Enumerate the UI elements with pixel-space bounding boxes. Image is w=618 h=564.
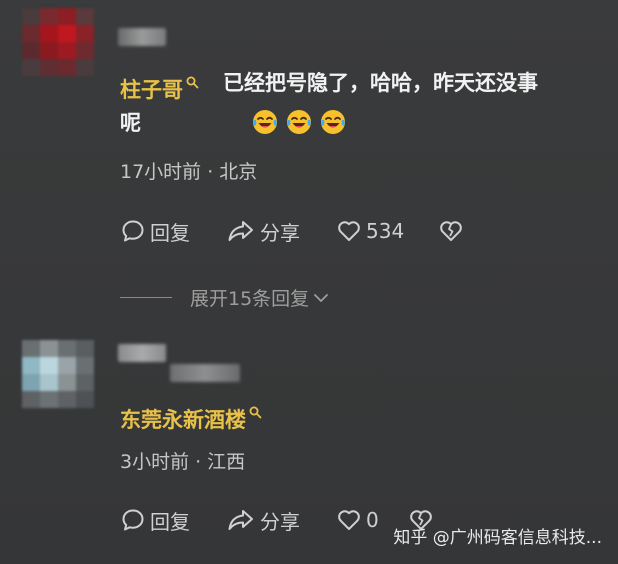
like-button[interactable]: 0 (336, 505, 379, 535)
avatar[interactable] (22, 340, 96, 408)
reply-button[interactable]: 回复 (120, 505, 190, 535)
broken-heart-icon (438, 218, 464, 244)
comment-username[interactable]: 东莞永新酒楼 (120, 400, 262, 434)
meta-dot: · (195, 451, 202, 473)
expand-replies-button[interactable]: 展开15条回复 (120, 284, 329, 311)
comment-actions: 回复 分享 534 (120, 216, 480, 246)
divider (120, 297, 172, 298)
like-button[interactable]: 534 (336, 216, 404, 246)
search-icon (249, 400, 262, 424)
share-label: 分享 (260, 220, 300, 245)
comment-list: 柱子哥 已经把号隐了，哈哈，昨天还没事 呢 17小时前 · 北京 回复 分享 534 (0, 0, 618, 564)
share-button[interactable]: 分享 (226, 505, 300, 535)
avatar[interactable] (22, 8, 96, 76)
comment-time: 3小时前 (120, 451, 190, 473)
blurred-nickname (118, 344, 166, 362)
reply-button[interactable]: 回复 (120, 216, 190, 246)
share-arrow-icon (226, 507, 256, 533)
blurred-nickname (170, 364, 240, 382)
comment-location: 江西 (207, 451, 246, 473)
dislike-button[interactable] (438, 216, 464, 246)
heart-icon (336, 507, 362, 533)
meta-dot: · (207, 161, 214, 183)
share-button[interactable]: 分享 (226, 216, 300, 246)
like-count: 0 (366, 508, 379, 532)
comment-meta: 3小时前 · 江西 (120, 447, 245, 474)
blurred-nickname (118, 28, 166, 46)
reply-label: 回复 (150, 509, 190, 534)
comment-location: 北京 (219, 161, 258, 183)
heart-icon (336, 218, 362, 244)
like-count: 534 (366, 219, 405, 243)
share-label: 分享 (260, 509, 300, 534)
comment-time: 17小时前 (120, 161, 202, 183)
share-arrow-icon (226, 218, 256, 244)
comment-bubble-icon (120, 507, 146, 533)
expand-replies-label: 展开15条回复 (190, 288, 310, 310)
source-watermark: 知乎 @广州码客信息科技... (393, 528, 602, 548)
chevron-down-icon (309, 287, 329, 309)
laughing-tears-emoji (217, 108, 345, 134)
comment-text: 已经把号隐了，哈哈，昨天还没事 呢 (120, 71, 538, 135)
laughing-tears-emoji (149, 108, 277, 134)
comment-bubble-icon (120, 218, 146, 244)
comment-meta: 17小时前 · 北京 (120, 157, 257, 184)
laughing-tears-emoji (183, 108, 311, 134)
reply-label: 回复 (150, 220, 190, 245)
